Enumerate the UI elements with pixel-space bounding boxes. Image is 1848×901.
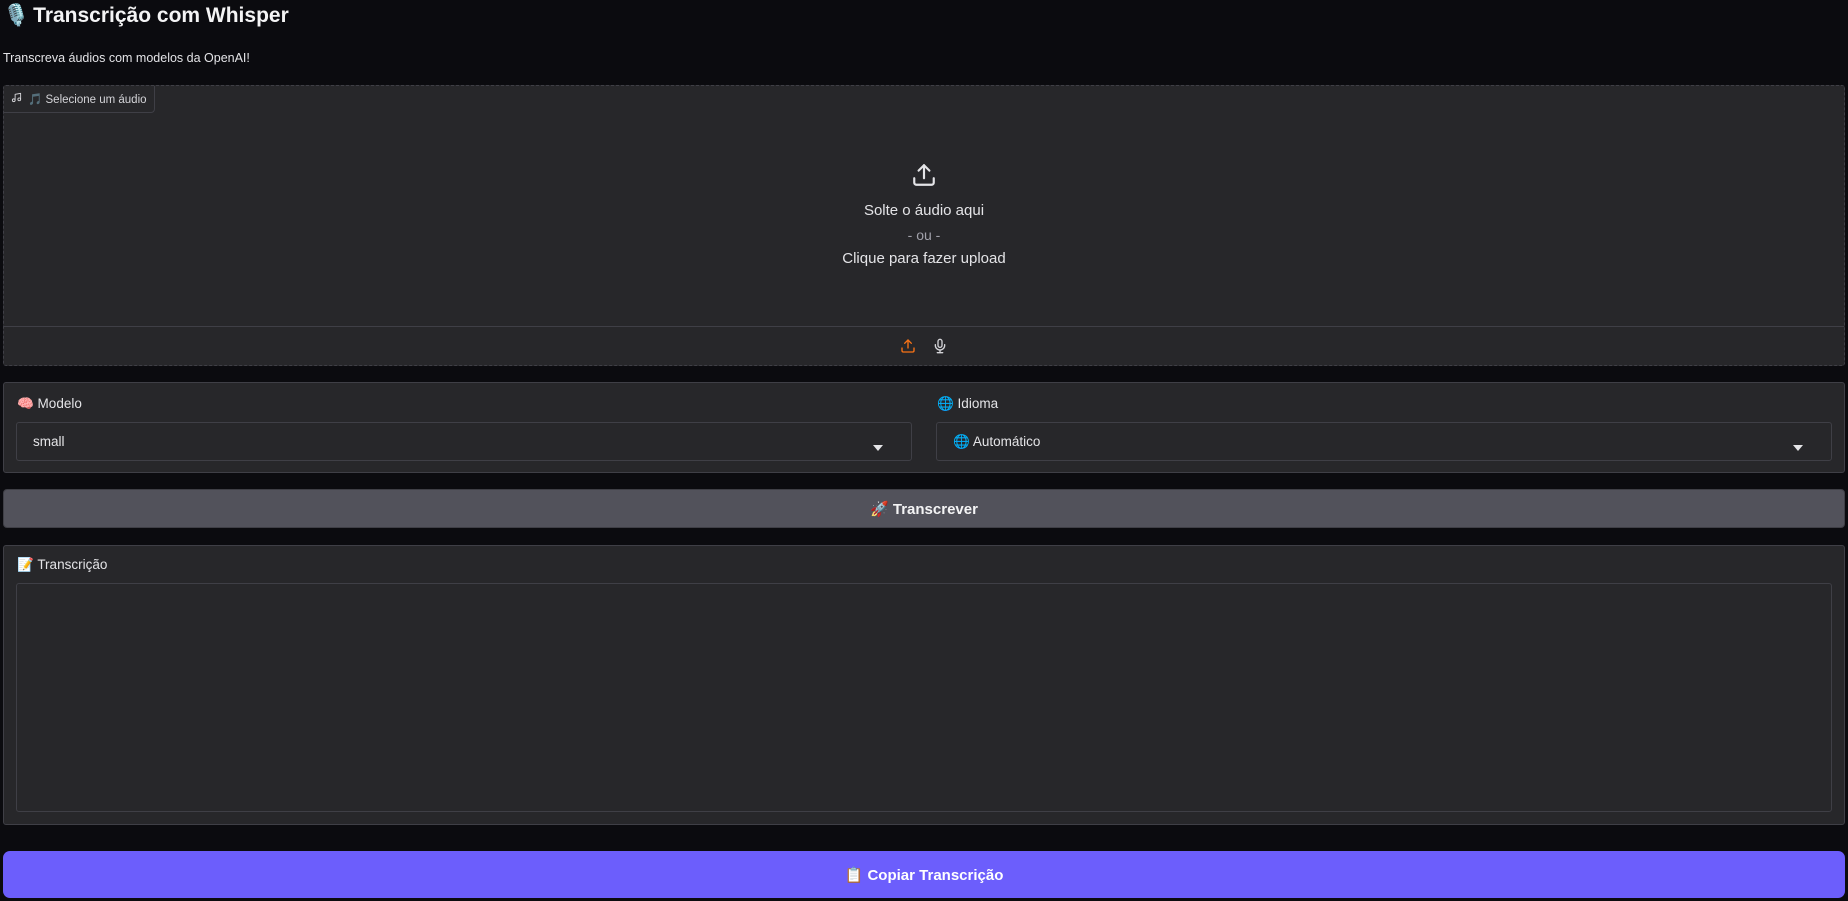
page-subtitle: Transcreva áudios com modelos da OpenAI! [3, 51, 250, 65]
drop-text: Solte o áudio aqui [863, 201, 985, 219]
audio-source-toolbar [4, 326, 1844, 365]
music-icon [11, 92, 22, 106]
audio-input-label-text: 🎵 Selecione um áudio [28, 94, 147, 106]
transcribe-button[interactable]: 🚀 Transcrever [3, 489, 1845, 528]
language-label: 🌐 Idioma [937, 396, 999, 411]
audio-upload-panel: Solte o áudio aqui - ou - Clique para fa… [3, 85, 1845, 366]
microphone-emoji-icon: 🎙️ [3, 4, 30, 27]
chevron-down-icon [1793, 439, 1803, 454]
microphone-icon[interactable] [929, 335, 951, 357]
click-upload-text: Clique para fazer upload [842, 249, 1006, 267]
settings-panel: 🧠 Modelo small 🌐 Idioma 🌐 Automático [3, 382, 1845, 473]
model-select[interactable]: small [16, 422, 912, 461]
chevron-down-icon [873, 439, 883, 454]
transcription-panel: 📝 Transcrição [3, 545, 1845, 825]
language-select-value: 🌐 Automático [953, 433, 1041, 449]
upload-icon[interactable] [897, 335, 919, 357]
audio-dropzone[interactable]: Solte o áudio aqui - ou - Clique para fa… [4, 86, 1844, 326]
model-select-value: small [33, 434, 65, 449]
language-select[interactable]: 🌐 Automático [936, 422, 1832, 461]
model-label: 🧠 Modelo [17, 396, 82, 411]
page-title-text: Transcrição com Whisper [33, 4, 289, 27]
transcription-textarea[interactable] [16, 583, 1832, 812]
copy-transcription-button[interactable]: 📋 Copiar Transcrição [3, 851, 1845, 898]
upload-large-icon [911, 162, 937, 193]
or-text: - ou - [907, 226, 941, 243]
transcription-label: 📝 Transcrição [17, 557, 108, 572]
audio-input-label: 🎵 Selecione um áudio [4, 86, 155, 113]
page-title: 🎙️ Transcrição com Whisper [3, 4, 289, 28]
